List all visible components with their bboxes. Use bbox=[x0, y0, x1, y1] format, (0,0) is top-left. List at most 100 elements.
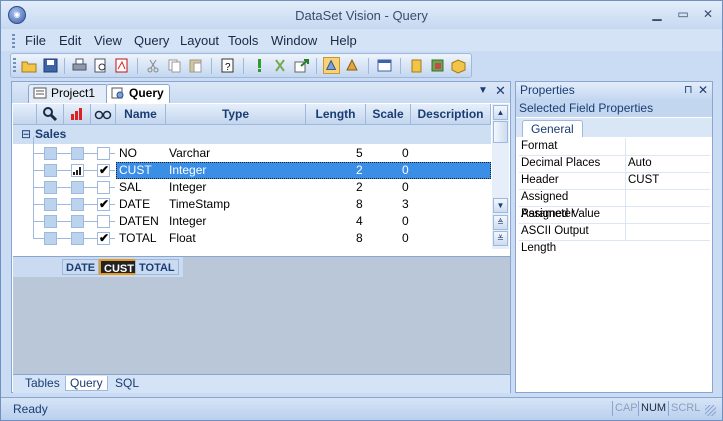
minimize-icon[interactable]: ▁ bbox=[648, 7, 666, 21]
filter-cell[interactable] bbox=[44, 198, 57, 211]
output-column-header[interactable] bbox=[91, 104, 116, 125]
menu-help[interactable]: Help bbox=[330, 33, 357, 48]
menu-view[interactable]: View bbox=[94, 33, 122, 48]
tab-query[interactable]: Query bbox=[106, 84, 170, 103]
type-cell[interactable]: Float bbox=[169, 230, 196, 247]
menu-edit[interactable]: Edit bbox=[59, 33, 81, 48]
package-icon[interactable] bbox=[450, 57, 467, 74]
name-cell[interactable]: DATEN bbox=[119, 213, 159, 230]
query-field[interactable]: TOTAL bbox=[135, 259, 179, 275]
property-row[interactable]: ASCII Output Length bbox=[519, 223, 710, 254]
description-column-header[interactable]: Description bbox=[411, 104, 491, 125]
scale-cell[interactable]: 3 bbox=[402, 196, 409, 213]
help-icon[interactable]: ? bbox=[219, 57, 236, 74]
type-cell[interactable]: Integer bbox=[169, 162, 206, 179]
chart-cell[interactable] bbox=[71, 215, 84, 228]
menu-layout[interactable]: Layout bbox=[180, 33, 219, 48]
chart-cell[interactable] bbox=[71, 198, 84, 211]
tab-general[interactable]: General bbox=[522, 120, 583, 137]
name-cell[interactable]: TOTAL bbox=[119, 230, 157, 247]
print-icon[interactable] bbox=[71, 57, 88, 74]
output-checkbox[interactable] bbox=[97, 181, 110, 194]
type-cell[interactable]: TimeStamp bbox=[169, 196, 230, 213]
length-cell[interactable]: 5 bbox=[356, 145, 363, 162]
group-row-sales[interactable]: ⊟ Sales bbox=[13, 125, 491, 144]
query-field[interactable]: CUST bbox=[99, 259, 139, 275]
length-cell[interactable]: 2 bbox=[356, 179, 363, 196]
scroll-page-up-icon[interactable]: ≜ bbox=[493, 215, 508, 230]
pdf-icon[interactable] bbox=[113, 57, 130, 74]
scroll-up-icon[interactable]: ▲ bbox=[493, 105, 508, 120]
scale-cell[interactable]: 0 bbox=[402, 213, 409, 230]
resize-grip[interactable] bbox=[705, 405, 716, 416]
tab-tables[interactable]: Tables bbox=[25, 376, 60, 390]
menu-tools[interactable]: Tools bbox=[228, 33, 258, 48]
copy-icon[interactable] bbox=[166, 57, 183, 74]
close-properties-icon[interactable]: ✕ bbox=[698, 82, 708, 99]
scale-cell[interactable]: 0 bbox=[402, 162, 409, 179]
close-tab-icon[interactable]: ✕ bbox=[495, 83, 506, 99]
length-cell[interactable]: 2 bbox=[356, 162, 363, 179]
property-row[interactable]: Decimal Places Auto bbox=[519, 155, 710, 173]
table-row[interactable]: ✔ DATE TimeStamp 8 3 bbox=[13, 188, 491, 213]
pin-icon[interactable]: ⊓ bbox=[684, 82, 693, 99]
name-cell[interactable]: SAL bbox=[119, 179, 142, 196]
scale-cell[interactable]: 0 bbox=[402, 179, 409, 196]
open-folder-icon[interactable] bbox=[21, 57, 38, 74]
toolbar-grip[interactable] bbox=[13, 58, 16, 73]
length-cell[interactable]: 4 bbox=[356, 213, 363, 230]
chart-column-header[interactable] bbox=[64, 104, 91, 125]
scroll-page-down-icon[interactable]: ≚ bbox=[493, 231, 508, 246]
property-row[interactable]: Header CUST bbox=[519, 172, 710, 190]
export-icon[interactable] bbox=[293, 57, 310, 74]
table-row[interactable]: ✔ CUST Integer 2 0 bbox=[13, 154, 491, 179]
name-column-header[interactable]: Name bbox=[116, 104, 166, 125]
close-icon[interactable]: ✕ bbox=[699, 7, 717, 21]
filter-cell[interactable] bbox=[44, 147, 57, 160]
new-document-icon[interactable] bbox=[408, 57, 425, 74]
filter-cell[interactable] bbox=[44, 232, 57, 245]
cut-icon[interactable] bbox=[145, 57, 162, 74]
menu-query[interactable]: Query bbox=[134, 33, 169, 48]
length-cell[interactable]: 8 bbox=[356, 196, 363, 213]
scale-cell[interactable]: 0 bbox=[402, 145, 409, 162]
maximize-icon[interactable]: ▭ bbox=[674, 7, 692, 21]
window-icon[interactable] bbox=[376, 57, 393, 74]
paste-icon[interactable] bbox=[187, 57, 204, 74]
type-cell[interactable]: Varchar bbox=[169, 145, 210, 162]
table-row[interactable]: SAL Integer 2 0 bbox=[13, 171, 491, 196]
chart-cell[interactable] bbox=[71, 164, 84, 177]
table-row[interactable]: ✔ TOTAL Float 8 0 bbox=[13, 222, 491, 247]
chart-cell[interactable] bbox=[71, 181, 84, 194]
run-query-icon[interactable] bbox=[251, 57, 268, 74]
property-value[interactable]: CUST bbox=[628, 172, 659, 189]
output-checkbox[interactable]: ✔ bbox=[97, 163, 110, 177]
query-field[interactable]: DATE bbox=[62, 259, 100, 275]
scale-column-header[interactable]: Scale bbox=[366, 104, 411, 125]
filter-column-header[interactable] bbox=[37, 104, 64, 125]
tab-list-dropdown-icon[interactable]: ▼ bbox=[478, 85, 488, 96]
scroll-thumb[interactable] bbox=[493, 121, 508, 143]
output-checkbox[interactable]: ✔ bbox=[97, 231, 110, 245]
tab-project1[interactable]: Project1 bbox=[28, 84, 108, 103]
type-cell[interactable]: Integer bbox=[169, 213, 206, 230]
property-row[interactable]: Format bbox=[519, 138, 710, 156]
chart-cell[interactable] bbox=[71, 232, 84, 245]
collapse-toggle-icon[interactable]: ⊟ bbox=[21, 125, 31, 144]
property-value[interactable]: Auto bbox=[628, 155, 652, 172]
menu-window[interactable]: Window bbox=[271, 33, 317, 48]
table-row[interactable]: NO Varchar 5 0 bbox=[13, 137, 491, 162]
design-view-icon[interactable] bbox=[323, 57, 340, 74]
grid-vertical-scrollbar[interactable]: ▲ ▼ ≜ ≚ bbox=[492, 104, 509, 249]
name-cell[interactable]: NO bbox=[119, 145, 137, 162]
scroll-down-icon[interactable]: ▼ bbox=[493, 198, 508, 213]
output-checkbox[interactable]: ✔ bbox=[97, 197, 110, 211]
tab-sql[interactable]: SQL bbox=[115, 376, 139, 390]
chart-cell[interactable] bbox=[71, 147, 84, 160]
save-icon[interactable] bbox=[42, 57, 59, 74]
length-column-header[interactable]: Length bbox=[306, 104, 366, 125]
output-checkbox[interactable] bbox=[97, 215, 110, 228]
scale-cell[interactable]: 0 bbox=[402, 230, 409, 247]
table-row[interactable]: DATEN Integer 4 0 bbox=[13, 205, 491, 230]
length-cell[interactable]: 8 bbox=[356, 230, 363, 247]
